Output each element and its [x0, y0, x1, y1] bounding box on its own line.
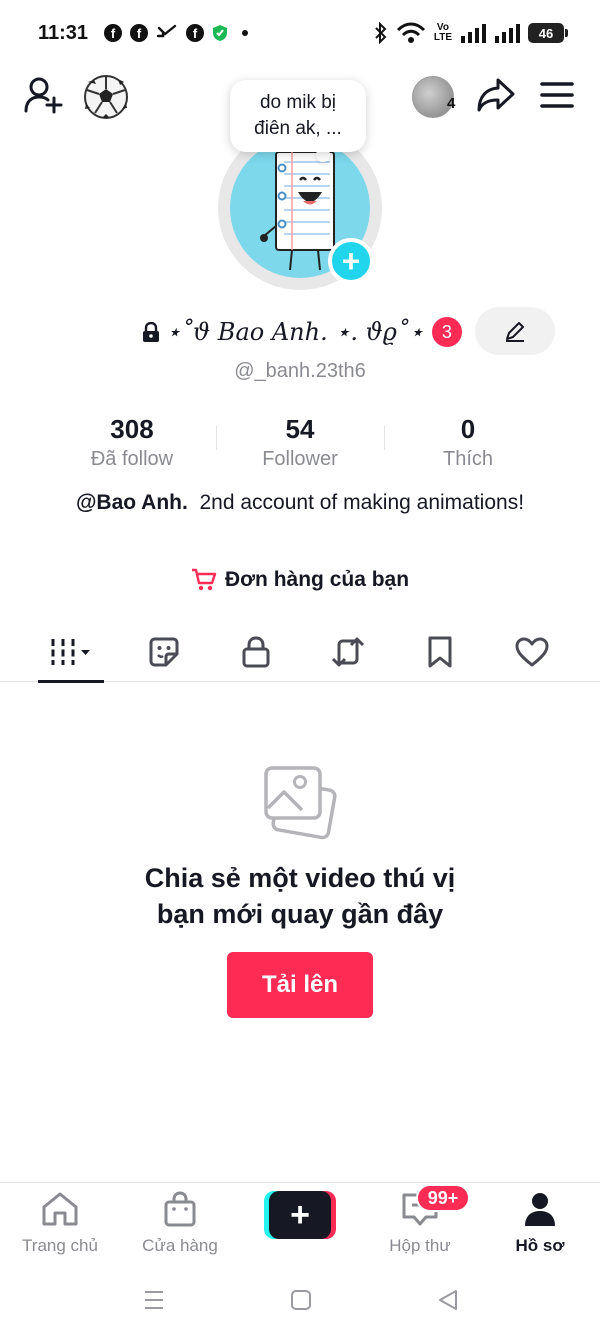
inbox-unread-badge: 99+ — [416, 1184, 470, 1212]
bluetooth-icon — [375, 22, 387, 44]
share-icon[interactable] — [476, 76, 516, 114]
shopping-bag-icon — [164, 1191, 196, 1227]
nav-inbox-label: Hộp thư — [389, 1236, 451, 1255]
nav-profile-label: Hồ sơ — [515, 1236, 565, 1255]
tab-favorites[interactable] — [394, 622, 486, 682]
name-badge-count: 3 — [431, 317, 462, 347]
name-row: ⋆˚ϑ Bao Anh. ⋆. 𝜗𝜚˚⋆ 3 — [142, 312, 462, 352]
shopping-cart-icon — [191, 568, 217, 591]
system-icons: Vo LTE 46 — [374, 22, 568, 44]
likes-stat[interactable]: 0 Thích — [384, 412, 552, 472]
bookmark-icon — [428, 636, 452, 668]
add-friend-icon[interactable] — [24, 76, 64, 114]
tab-stickers[interactable] — [118, 622, 210, 682]
volte-indicator: Vo LTE — [433, 22, 452, 43]
lock-icon — [242, 636, 270, 668]
bio-text: 2nd account of making animations! — [199, 491, 525, 514]
username: @_banh.23th6 — [234, 360, 366, 382]
nav-home-label: Trang chủ — [22, 1236, 98, 1255]
nav-shop[interactable]: Cửa hàng — [120, 1191, 240, 1256]
sticker-icon — [149, 637, 179, 667]
profile-viewers-count: 4 — [447, 95, 456, 112]
recent-apps-icon[interactable] — [142, 1288, 166, 1312]
back-icon[interactable] — [436, 1288, 460, 1312]
home-icon — [42, 1192, 78, 1226]
stats-divider — [216, 426, 217, 450]
nav-shop-label: Cửa hàng — [142, 1236, 218, 1255]
grid-icon — [51, 639, 90, 665]
followers-count: 54 — [285, 414, 315, 444]
profile-note-bubble[interactable]: do mik bị điên ak, ... — [230, 80, 366, 152]
tab-reposts[interactable] — [302, 622, 394, 682]
followers-stat[interactable]: 54 Follower — [216, 412, 384, 472]
tab-videos[interactable] — [26, 622, 118, 683]
nav-profile[interactable]: Hồ sơ — [480, 1191, 600, 1256]
stats-divider — [384, 426, 385, 450]
facebook-icon: f — [130, 24, 148, 42]
pencil-icon — [506, 322, 524, 342]
profile-stats: 308 Đã follow 54 Follower 0 Thích — [48, 412, 552, 472]
image-placeholder-icon — [264, 766, 337, 840]
following-label: Đã follow — [90, 448, 174, 470]
heart-icon — [515, 637, 549, 667]
upload-button[interactable]: Tải lên — [227, 952, 373, 1018]
your-orders-label: Đơn hàng của bạn — [224, 568, 410, 591]
more-notifications-dot — [242, 30, 248, 36]
facebook-icon: f — [104, 24, 122, 42]
repost-icon — [331, 637, 365, 667]
wifi-icon — [396, 22, 425, 43]
status-bar: 11:31 f f f Vo LTE 46 — [0, 0, 600, 68]
nav-home[interactable]: Trang chủ — [0, 1191, 120, 1256]
tab-liked[interactable] — [486, 622, 578, 682]
bio-mention[interactable]: @Bao Anh. — [76, 491, 188, 514]
likes-count: 0 — [460, 414, 476, 444]
following-count: 308 — [110, 414, 154, 444]
your-orders-link[interactable]: Đơn hàng của bạn — [0, 568, 600, 592]
battery-indicator: 46 — [528, 23, 568, 43]
add-story-button[interactable]: + — [328, 238, 374, 284]
profile-bio: @Bao Anh. 2nd account of making animatio… — [60, 488, 540, 518]
edit-profile-button[interactable] — [475, 307, 555, 355]
private-account-lock-icon — [143, 322, 159, 342]
display-name[interactable]: ⋆˚ϑ Bao Anh. ⋆. 𝜗𝜚˚⋆ — [166, 318, 424, 346]
soccer-ball-icon[interactable] — [82, 74, 130, 120]
plus-icon: + — [269, 1191, 331, 1239]
tab-private[interactable] — [210, 622, 302, 682]
followers-label: Follower — [262, 448, 338, 470]
person-icon — [525, 1193, 555, 1226]
system-navigation-bar — [0, 1268, 600, 1337]
following-stat[interactable]: 308 Đã follow — [48, 412, 216, 472]
signal-icon-2 — [495, 24, 520, 43]
home-button-icon[interactable] — [289, 1288, 313, 1312]
profile-tabs — [0, 622, 600, 683]
bottom-nav: Trang chủ Cửa hàng + Hộp thư Hồ sơ — [0, 1182, 600, 1268]
create-button[interactable]: + — [264, 1191, 336, 1239]
empty-state-title: Chia sẻ một video thú vị bạn mới quay gầ… — [144, 863, 456, 929]
facebook-icon: f — [186, 24, 204, 42]
missed-call-icon — [156, 24, 177, 38]
signal-icon — [461, 24, 486, 43]
likes-label: Thích — [442, 448, 494, 470]
status-time: 11:31 — [38, 22, 89, 44]
notification-icons: f f f — [104, 24, 248, 42]
shield-icon — [213, 25, 227, 41]
menu-icon[interactable] — [540, 80, 574, 110]
